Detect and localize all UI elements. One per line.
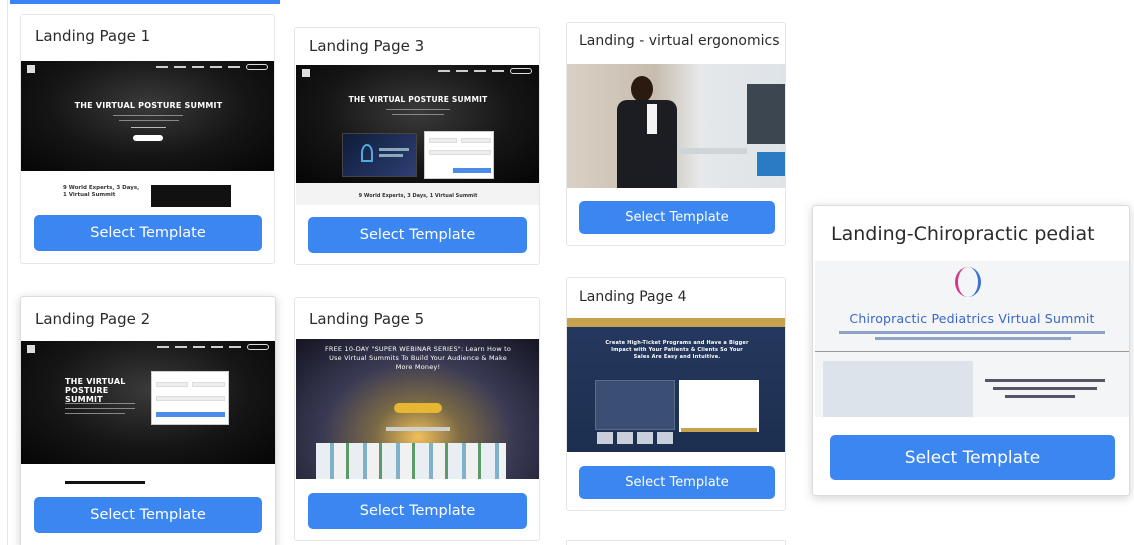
template-card-landing-chiropractic-pediat: Landing-Chiropractic pediat Chiropractic…: [812, 205, 1130, 496]
select-template-button[interactable]: Select Template: [308, 493, 527, 529]
template-title: Landing Page 5: [309, 310, 425, 328]
template-title: Landing Page 4: [579, 289, 687, 305]
template-thumbnail: THE VIRTUAL POSTURE SUMMIT: [21, 341, 275, 491]
left-border: [7, 0, 8, 545]
thumb-hero-text: THE VIRTUAL POSTURE SUMMIT: [74, 101, 223, 110]
partial-template-card: [566, 540, 786, 545]
template-thumbnail: THE VIRTUAL POSTURE SUMMIT 9 World Exper…: [296, 65, 539, 205]
template-thumbnail: THE VIRTUAL POSTURE SUMMIT 9 World Exper…: [21, 61, 274, 216]
select-template-button[interactable]: Select Template: [830, 435, 1115, 480]
select-template-button[interactable]: Select Template: [34, 215, 262, 251]
template-card-landing-page-4: Landing Page 4 Create High-Ticket Progra…: [566, 277, 786, 511]
thumb-hero-text: FREE 10-DAY "SUPER WEBINAR SERIES": Lear…: [324, 345, 512, 371]
template-card-landing-virtual-ergonomics: Landing - virtual ergonomics Select Temp…: [566, 22, 786, 246]
thumb-hero-text: Chiropractic Pediatrics Virtual Summit: [849, 311, 1095, 326]
select-template-button[interactable]: Select Template: [308, 217, 527, 253]
template-title: Landing Page 1: [35, 27, 151, 45]
template-thumbnail: FREE 10-DAY "SUPER WEBINAR SERIES": Lear…: [296, 339, 539, 479]
template-card-landing-page-3: Landing Page 3 THE VIRTUAL POSTURE SUMMI…: [294, 27, 540, 265]
template-title: Landing Page 3: [309, 37, 425, 55]
thumb-hero-text: THE VIRTUAL POSTURE SUMMIT: [348, 95, 488, 104]
thumb-hero-text: THE VIRTUAL POSTURE SUMMIT: [65, 377, 126, 404]
template-title: Landing-Chiropractic pediat: [831, 223, 1095, 245]
template-title: Landing Page 2: [35, 310, 151, 328]
template-card-landing-page-5: Landing Page 5 FREE 10-DAY "SUPER WEBINA…: [294, 297, 540, 541]
active-tab-indicator: [10, 0, 280, 4]
select-template-button[interactable]: Select Template: [579, 201, 775, 234]
template-thumbnail: [567, 64, 785, 188]
template-thumbnail: Create High-Ticket Programs and Have a B…: [567, 318, 785, 452]
template-card-landing-page-2: Landing Page 2 THE VIRTUAL POSTURE SUMMI…: [20, 296, 276, 545]
thumb-hero-text: Create High-Ticket Programs and Have a B…: [605, 340, 749, 360]
template-title: Landing - virtual ergonomics: [579, 33, 780, 49]
thumb-subheading: 9 World Experts, 3 Days, 1 Virtual Summi…: [63, 185, 140, 198]
select-template-button[interactable]: Select Template: [34, 497, 262, 533]
thumb-subheading: 9 World Experts, 3 Days, 1 Virtual Summi…: [358, 193, 478, 199]
template-card-landing-page-1: Landing Page 1 THE VIRTUAL POSTURE SUMMI…: [20, 14, 275, 264]
select-template-button[interactable]: Select Template: [579, 466, 775, 499]
template-thumbnail: Chiropractic Pediatrics Virtual Summit: [815, 261, 1129, 417]
